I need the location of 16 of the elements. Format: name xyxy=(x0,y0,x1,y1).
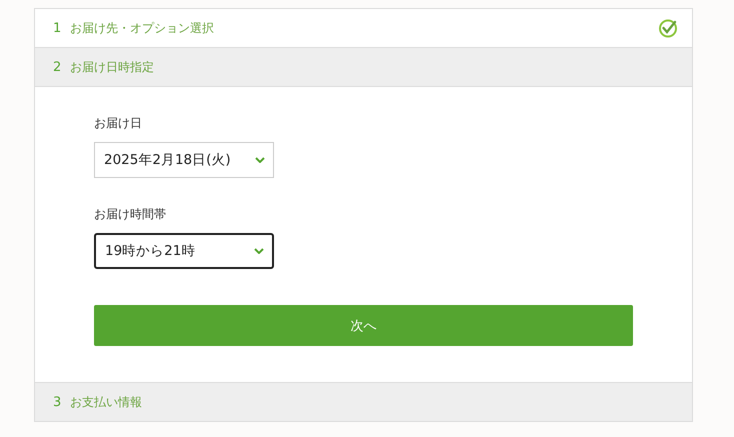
step-number: 3 xyxy=(53,394,62,410)
step-title: お支払い情報 xyxy=(70,394,143,410)
step-header[interactable]: 3 お支払い情報 xyxy=(35,383,692,422)
step-number: 1 xyxy=(53,20,62,36)
chevron-down-icon xyxy=(254,248,264,254)
select-field[interactable]: 2025年2月18日(火) xyxy=(94,142,274,178)
step-title: お届け先・オプション選択 xyxy=(70,20,215,36)
select-field[interactable]: 19時から21時 xyxy=(94,233,274,269)
step-header[interactable]: 2 お届け日時指定 xyxy=(35,48,692,87)
next-button[interactable]: 次へ xyxy=(94,305,633,346)
step-title: お届け日時指定 xyxy=(70,58,155,76)
field-label: お届け時間帯 xyxy=(94,206,167,223)
chevron-down-icon xyxy=(255,157,265,163)
field-label: お届け日 xyxy=(94,115,143,132)
step-number: 2 xyxy=(53,60,62,74)
check-icon xyxy=(658,18,678,38)
